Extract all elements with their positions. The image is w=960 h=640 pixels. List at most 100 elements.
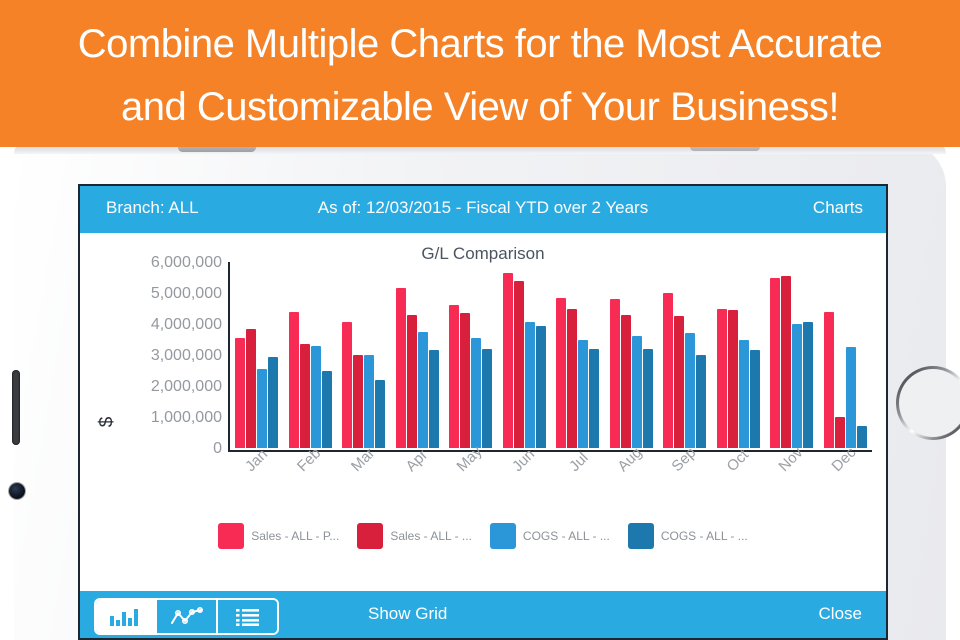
legend-item[interactable]: Sales - ALL - ...	[357, 523, 472, 549]
bar-group[interactable]	[712, 262, 766, 448]
bar[interactable]	[716, 308, 727, 448]
volume-button[interactable]	[12, 370, 20, 445]
bar[interactable]	[685, 333, 696, 448]
legend-item[interactable]: COGS - ALL - ...	[627, 523, 748, 549]
bar[interactable]	[696, 355, 707, 448]
bar-group[interactable]	[551, 262, 605, 448]
bar-group[interactable]	[605, 262, 659, 448]
bar[interactable]	[299, 344, 310, 448]
bar-group[interactable]	[444, 262, 498, 448]
bar[interactable]	[738, 339, 749, 448]
x-axis-tick-label: Aug	[614, 444, 646, 476]
bar[interactable]	[792, 324, 803, 448]
bar[interactable]	[257, 368, 268, 448]
bar-group[interactable]	[337, 262, 391, 448]
bar-chart-icon	[109, 608, 138, 626]
bar[interactable]	[246, 328, 257, 448]
bar[interactable]	[428, 350, 439, 448]
bar[interactable]	[567, 308, 578, 448]
banner-headline-line-1: Combine Multiple Charts for the Most Acc…	[77, 22, 883, 66]
bar[interactable]	[674, 316, 685, 448]
bar-group[interactable]	[819, 262, 873, 448]
x-axis-tick-label: Jul	[565, 449, 592, 476]
bar[interactable]	[663, 293, 674, 448]
bar[interactable]	[803, 322, 814, 448]
line-chart-icon	[170, 606, 203, 624]
bar[interactable]	[749, 350, 760, 448]
bar[interactable]	[631, 336, 642, 448]
x-axis-tick-cell: Nov	[765, 444, 819, 519]
bar[interactable]	[823, 311, 834, 448]
bar[interactable]	[471, 337, 482, 448]
charts-button[interactable]: Charts	[813, 198, 863, 218]
legend-label: Sales - ALL - ...	[390, 529, 472, 543]
bar[interactable]	[417, 331, 428, 448]
legend-item[interactable]: COGS - ALL - ...	[489, 523, 610, 549]
bar[interactable]	[502, 272, 513, 448]
y-axis-tick-label: 0	[213, 440, 222, 457]
bar[interactable]	[268, 356, 279, 448]
segment-bar-chart[interactable]	[96, 600, 157, 633]
x-axis-tick-cell: Feb	[284, 445, 338, 519]
legend-label: COGS - ALL - ...	[522, 529, 610, 543]
x-axis-tick-cell: Dec	[819, 444, 873, 519]
bottom-toolbar: Show Grid Close	[80, 591, 886, 638]
bar[interactable]	[406, 314, 417, 448]
x-axis-tick-cell: Jun	[498, 446, 552, 519]
bar[interactable]	[642, 348, 653, 448]
bar[interactable]	[524, 322, 535, 448]
bar[interactable]	[856, 426, 867, 448]
y-axis-tick-labels: 6,000,000 5,000,000 4,000,000 3,000,000 2,00…	[114, 254, 222, 482]
bar[interactable]	[727, 310, 738, 448]
bar[interactable]	[589, 348, 600, 448]
bar[interactable]	[321, 370, 332, 448]
bar[interactable]	[449, 305, 460, 448]
y-axis-tick-label: 6,000,000	[150, 254, 222, 271]
bar[interactable]	[353, 355, 364, 448]
banner-headline-line-2: and Customizable View of Your Business!	[121, 85, 839, 129]
bar[interactable]	[620, 314, 631, 448]
bar[interactable]	[460, 313, 471, 448]
bar[interactable]	[770, 277, 781, 448]
bar[interactable]	[845, 347, 856, 448]
bar[interactable]	[834, 417, 845, 448]
bar-group[interactable]	[498, 262, 552, 448]
x-axis-line	[228, 450, 872, 452]
bar[interactable]	[342, 322, 353, 448]
bar[interactable]	[513, 280, 524, 448]
bar[interactable]	[310, 345, 321, 448]
home-button[interactable]	[896, 366, 960, 440]
bar[interactable]	[556, 297, 567, 448]
x-axis-tick-cell: Apr	[391, 446, 445, 519]
bar[interactable]	[235, 337, 246, 448]
bar-group[interactable]	[658, 262, 712, 448]
chart-type-segmented-control[interactable]	[94, 598, 279, 635]
x-axis-tick-cell: Mar	[337, 445, 391, 519]
bar[interactable]	[482, 348, 493, 448]
legend-swatch	[357, 523, 384, 549]
close-button[interactable]: Close	[819, 604, 862, 624]
as-of-date-range-label[interactable]: As of: 12/03/2015 - Fiscal YTD over 2 Ye…	[80, 198, 886, 218]
segment-list-view[interactable]	[218, 600, 277, 633]
y-axis-tick-label: 2,000,000	[150, 378, 222, 395]
bar-group[interactable]	[284, 262, 338, 448]
bar-group[interactable]	[391, 262, 445, 448]
y-axis-tick-label: 5,000,000	[150, 285, 222, 302]
bar[interactable]	[395, 288, 406, 448]
x-axis-tick-labels: Jan Feb Mar Apr May Jun Jul Aug Sep Oct Nov Dec	[230, 443, 873, 519]
bar[interactable]	[288, 311, 299, 448]
app-header-bar: Branch: ALL As of: 12/03/2015 - Fiscal Y…	[80, 186, 886, 233]
bar-group[interactable]	[765, 262, 819, 448]
show-grid-button[interactable]: Show Grid	[368, 604, 447, 624]
bar[interactable]	[375, 379, 386, 448]
x-axis-tick-cell: Oct	[712, 446, 766, 519]
bar[interactable]	[535, 325, 546, 448]
bar[interactable]	[781, 275, 792, 448]
bar[interactable]	[609, 299, 620, 448]
bar[interactable]	[578, 339, 589, 448]
legend-swatch	[627, 523, 654, 549]
bar[interactable]	[364, 355, 375, 448]
legend-item[interactable]: Sales - ALL - P...	[218, 523, 339, 549]
segment-line-chart[interactable]	[157, 600, 218, 633]
bar-group[interactable]	[230, 262, 284, 448]
